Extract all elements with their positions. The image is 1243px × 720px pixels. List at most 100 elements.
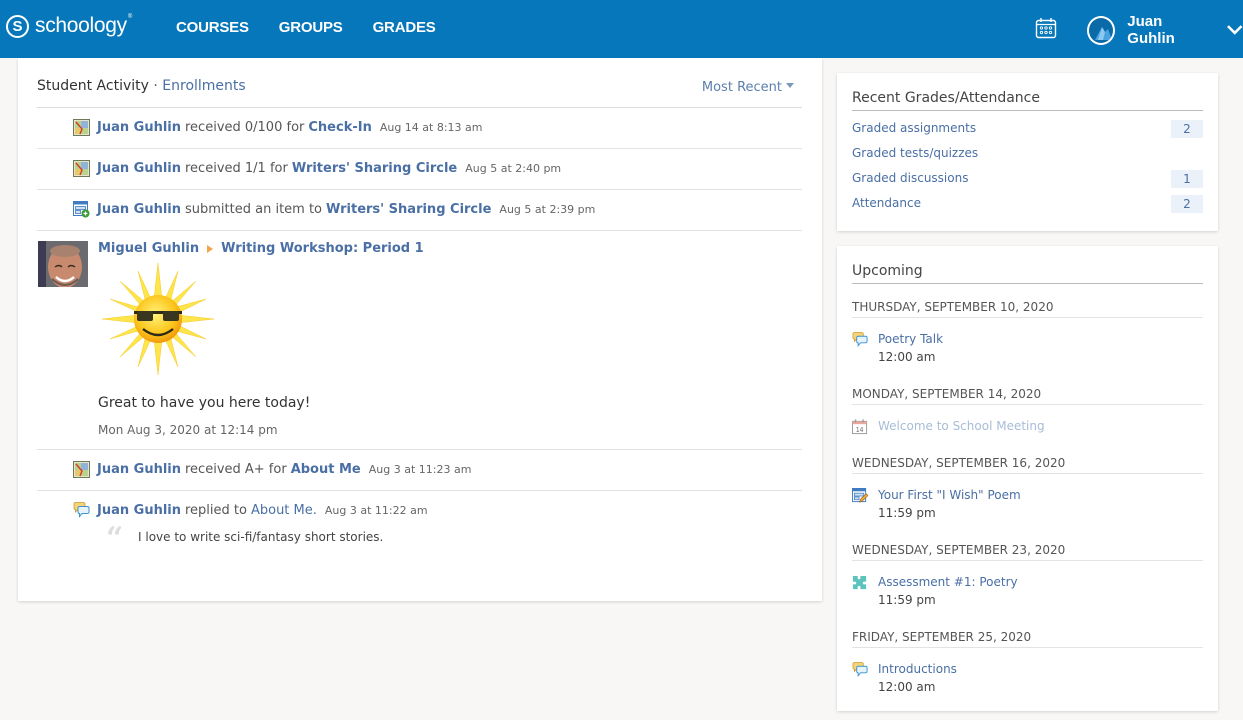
activity-verb: received A+ for: [185, 462, 287, 477]
upcoming-item-link[interactable]: Your First "I Wish" Poem: [878, 488, 1021, 502]
student-link[interactable]: Juan Guhlin: [97, 462, 181, 477]
discussion-icon: [852, 332, 868, 348]
grade-row[interactable]: Attendance 2: [852, 195, 1203, 213]
grade-row-label[interactable]: Graded tests/quizzes: [852, 146, 978, 160]
upcoming-item-link[interactable]: Assessment #1: Poetry: [878, 575, 1018, 589]
discussion-icon: [73, 502, 90, 519]
upcoming-card: Upcoming THURSDAY, SEPTEMBER 10, 2020 Po…: [837, 246, 1218, 711]
upcoming-title: Upcoming: [852, 263, 1203, 284]
activity-verb: received 1/1 for: [185, 161, 288, 176]
logo-wordmark: schoology: [35, 14, 127, 37]
calendar-button[interactable]: [1035, 17, 1057, 39]
sort-label: Most Recent: [701, 80, 782, 95]
activity-time: Aug 14 at 8:13 am: [379, 121, 483, 134]
grade-row-label[interactable]: Graded discussions: [852, 171, 968, 185]
user-avatar: [1087, 15, 1116, 45]
chevron-down-icon[interactable]: [1226, 24, 1243, 36]
grade-row[interactable]: Graded tests/quizzes: [852, 145, 1203, 163]
sun-with-sunglasses-image: [102, 263, 214, 375]
item-link[interactable]: Writers' Sharing Circle: [292, 161, 457, 176]
activity-row: Juan Guhlin submitted an item to Writers…: [37, 190, 802, 231]
upcoming-item[interactable]: Introductions 12:00 am: [852, 660, 1203, 696]
activity-header: Student Activity · Enrollments Most Rece…: [37, 78, 802, 108]
item-link[interactable]: Check-In: [308, 120, 371, 135]
item-link[interactable]: About Me: [291, 462, 361, 477]
assessment-icon: [852, 575, 868, 591]
item-link[interactable]: About Me.: [251, 503, 317, 518]
activity-line: Juan Guhlin received 0/100 for Check-In …: [73, 119, 483, 136]
post-header: Miguel Guhlin Writing Workshop: Period 1: [98, 241, 424, 256]
upcoming-item[interactable]: Assessment #1: Poetry 11:59 pm: [852, 573, 1203, 609]
post-course-link[interactable]: Writing Workshop: Period 1: [221, 241, 424, 256]
default-avatar-icon: [1095, 26, 1112, 40]
upcoming-date: FRIDAY, SEPTEMBER 25, 2020: [852, 630, 1203, 648]
post-author-link[interactable]: Miguel Guhlin: [98, 241, 199, 256]
nav-courses[interactable]: COURSES: [176, 19, 249, 36]
item-link[interactable]: Writers' Sharing Circle: [326, 202, 491, 217]
upcoming-item[interactable]: 14 Welcome to School Meeting: [852, 417, 1203, 453]
upcoming-item-time: 12:00 am: [878, 350, 936, 364]
post-time: Mon Aug 3, 2020 at 12:14 pm: [98, 423, 278, 437]
author-avatar[interactable]: [38, 241, 88, 287]
upcoming-date: WEDNESDAY, SEPTEMBER 23, 2020: [852, 543, 1203, 561]
grade-row[interactable]: Graded discussions 1: [852, 170, 1203, 188]
upcoming-date: WEDNESDAY, SEPTEMBER 16, 2020: [852, 456, 1203, 474]
activity-row: Juan Guhlin received A+ for About Me Aug…: [37, 450, 802, 491]
activity-row: Juan Guhlin received 1/1 for Writers' Sh…: [37, 149, 802, 190]
author-photo: [38, 241, 88, 287]
discussion-icon: [852, 662, 868, 678]
grade-icon: [73, 160, 90, 177]
activity-verb: received 0/100 for: [185, 120, 305, 135]
grade-row-label[interactable]: Attendance: [852, 196, 921, 210]
student-activity-card: Student Activity · Enrollments Most Rece…: [18, 58, 822, 601]
upcoming-item-link[interactable]: Introductions: [878, 662, 957, 676]
enrollments-link[interactable]: Enrollments: [162, 78, 245, 94]
upcoming-date: MONDAY, SEPTEMBER 14, 2020: [852, 387, 1203, 405]
activity-line: Juan Guhlin received A+ for About Me Aug…: [73, 461, 471, 478]
schoology-logo[interactable]: S schoology®: [6, 14, 132, 38]
logo-text: schoology®: [35, 14, 132, 38]
calendar-day-number: 14: [856, 426, 864, 434]
student-link[interactable]: Juan Guhlin: [97, 161, 181, 176]
post-body: Great to have you here today!: [98, 395, 311, 411]
student-link[interactable]: Juan Guhlin: [97, 503, 181, 518]
user-menu[interactable]: Juan Guhlin: [1087, 13, 1243, 47]
activity-time: Aug 3 at 11:23 am: [368, 463, 472, 476]
grade-icon: [73, 119, 90, 136]
user-name: Juan Guhlin: [1127, 13, 1175, 47]
activity-time: Aug 5 at 2:40 pm: [465, 162, 562, 175]
recent-grades-card: Recent Grades/Attendance Graded assignme…: [837, 73, 1218, 231]
student-link[interactable]: Juan Guhlin: [97, 120, 181, 135]
upcoming-item-link[interactable]: Welcome to School Meeting: [878, 419, 1045, 433]
submission-icon: [73, 201, 90, 218]
count-badge: 1: [1171, 170, 1203, 188]
logo-mark-icon: S: [6, 14, 29, 38]
count-badge: 2: [1171, 195, 1203, 213]
upcoming-item[interactable]: Your First "I Wish" Poem 11:59 pm: [852, 486, 1203, 522]
nav-groups[interactable]: GROUPS: [279, 19, 343, 36]
upcoming-item-link[interactable]: Poetry Talk: [878, 332, 943, 346]
nav-grades[interactable]: GRADES: [373, 19, 436, 36]
activity-title: Student Activity · Enrollments: [37, 78, 246, 94]
grade-icon: [73, 461, 90, 478]
upcoming-item[interactable]: Poetry Talk 12:00 am: [852, 330, 1203, 366]
upcoming-item-time: 11:59 pm: [878, 506, 936, 520]
upcoming-item-time: 11:59 pm: [878, 593, 936, 607]
activity-line: Juan Guhlin received 1/1 for Writers' Sh…: [73, 160, 561, 177]
quote-icon: “: [106, 521, 124, 556]
upcoming-item-time: 12:00 am: [878, 680, 936, 694]
sort-dropdown[interactable]: Most Recent: [702, 80, 794, 95]
caret-down-icon: [786, 83, 794, 88]
main-nav: COURSES GROUPS GRADES: [176, 19, 436, 36]
title-separator: ·: [153, 78, 158, 94]
grade-row-label[interactable]: Graded assignments: [852, 121, 976, 135]
activity-line: Juan Guhlin submitted an item to Writers…: [73, 201, 595, 218]
activity-title-text: Student Activity: [37, 78, 149, 94]
reply-quote: I love to write sci-fi/fantasy short sto…: [138, 530, 384, 544]
activity-verb: replied to: [185, 503, 247, 518]
activity-time: Aug 5 at 2:39 pm: [499, 203, 596, 216]
activity-time: Aug 3 at 11:22 am: [324, 504, 428, 517]
grade-row[interactable]: Graded assignments 2: [852, 120, 1203, 138]
student-link[interactable]: Juan Guhlin: [97, 202, 181, 217]
activity-row: Juan Guhlin received 0/100 for Check-In …: [37, 108, 802, 149]
